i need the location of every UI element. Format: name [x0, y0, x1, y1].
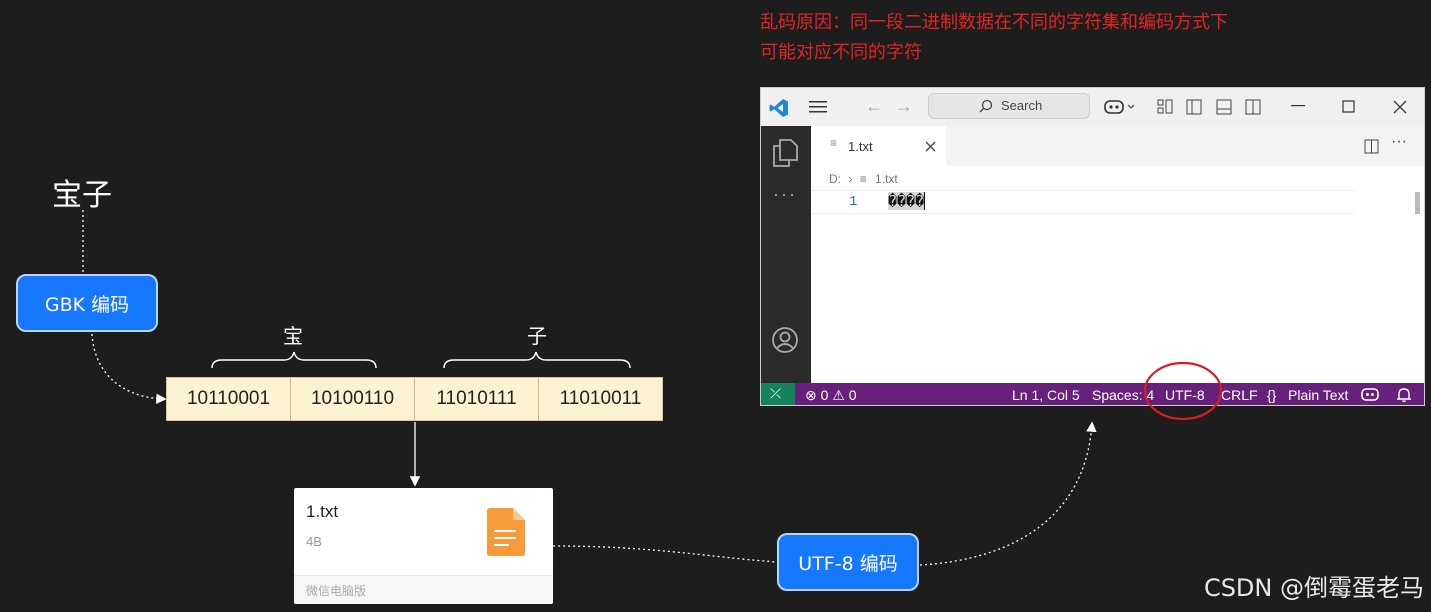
breadcrumb: D: › ≡ 1.txt	[829, 172, 898, 186]
back-arrow-icon[interactable]: ←	[865, 96, 883, 117]
file-to-utf8-line	[552, 545, 777, 563]
problems-indicator[interactable]: ⊗ 0 ⚠ 0	[805, 387, 857, 404]
menu-icon[interactable]	[809, 100, 827, 114]
language-mode[interactable]: Plain Text	[1288, 387, 1348, 403]
maximize-icon[interactable]	[1342, 100, 1356, 114]
line-number: 1	[849, 194, 858, 210]
utf8-encoding-box: UTF-8 编码	[777, 533, 919, 591]
document-icon	[487, 508, 525, 556]
tab-label: 1.txt	[848, 139, 873, 154]
diagram-title: 宝子	[52, 178, 112, 213]
activity-bar: ···	[761, 126, 811, 405]
tab-close-icon[interactable]	[925, 141, 936, 152]
language-icon: {}	[1267, 387, 1277, 403]
file-card-footer: 微信电脑版	[294, 575, 553, 604]
warning-count: 0	[848, 387, 857, 403]
copilot-icon[interactable]	[1104, 98, 1136, 116]
vscode-logo-icon	[769, 99, 788, 117]
cursor-position[interactable]: Ln 1, Col 5	[1012, 387, 1080, 403]
explorer-icon[interactable]	[771, 138, 799, 168]
forward-arrow-icon[interactable]: →	[895, 96, 913, 117]
file-card[interactable]: 1.txt 4B 微信电脑版	[294, 488, 553, 604]
brace-left	[211, 351, 377, 369]
search-label: Search	[1001, 98, 1043, 113]
byte-cell: 10100110	[291, 378, 415, 420]
search-icon	[979, 99, 993, 113]
tab-bar: ≡ 1.txt ···	[811, 126, 1424, 166]
layout-icon[interactable]	[1157, 99, 1173, 115]
breadcrumb-drive[interactable]: D:	[829, 172, 841, 186]
encoding-highlight-circle	[1143, 361, 1223, 421]
explanation-line-1: 乱码原因：同一段二进制数据在不同的字符集和编码方式下	[760, 12, 1228, 33]
utf8-to-vscode-arrow	[919, 421, 1097, 566]
breadcrumb-file[interactable]: 1.txt	[875, 172, 898, 186]
warning-icon: ⚠	[832, 387, 845, 403]
byte-cell: 11010111	[415, 378, 539, 420]
vscode-window: ← → Search ··· ≡ 1.txt ··· D: › ≡ 1.txt …	[760, 87, 1425, 406]
char-bao-label: 宝	[283, 324, 303, 348]
error-count: 0	[820, 387, 829, 403]
remote-icon: ⤫	[770, 385, 782, 401]
remote-indicator[interactable]: ⤫	[761, 383, 795, 405]
scrollbar[interactable]	[1415, 192, 1420, 214]
panel-icon[interactable]	[1216, 99, 1232, 115]
editor-line-content[interactable]: ����	[888, 192, 926, 210]
bell-icon[interactable]	[1397, 387, 1411, 403]
gbk-to-bytes-arrow	[91, 333, 167, 404]
sidebar-icon[interactable]	[1186, 99, 1202, 115]
file-lines-icon: ≡	[859, 172, 867, 186]
search-box[interactable]: Search	[928, 93, 1090, 119]
editor-more-icon[interactable]: ···	[1391, 133, 1407, 151]
eol-selector[interactable]: CRLF	[1221, 387, 1258, 403]
close-icon[interactable]	[1393, 100, 1407, 114]
file-lines-icon: ≡	[830, 136, 838, 150]
split-icon[interactable]	[1245, 99, 1261, 115]
explanation-line-2: 可能对应不同的字符	[760, 42, 922, 63]
brace-right	[443, 351, 631, 369]
error-icon: ⊗	[805, 387, 817, 403]
status-bar: ⤫ ⊗ 0 ⚠ 0 Ln 1, Col 5 Spaces: 4 UTF-8 CR…	[761, 383, 1424, 405]
byte-cell: 11010011	[539, 378, 662, 420]
explanation-note: 乱码原因：同一段二进制数据在不同的字符集和编码方式下 可能对应不同的字符	[760, 8, 1228, 68]
tab-1-txt[interactable]: ≡ 1.txt	[811, 126, 946, 166]
split-editor-icon[interactable]	[1364, 139, 1379, 154]
byte-cell: 10110001	[167, 378, 291, 420]
more-icon[interactable]: ···	[773, 184, 797, 205]
gbk-encoding-box: GBK 编码	[16, 274, 158, 332]
minimize-icon[interactable]	[1291, 105, 1305, 107]
file-name: 1.txt	[306, 502, 339, 521]
account-icon[interactable]	[771, 326, 799, 354]
watermark: CSDN @倒霉蛋老马	[1203, 574, 1424, 602]
breadcrumb-chevron-icon: ›	[848, 172, 853, 186]
title-bar: ← → Search	[761, 88, 1424, 127]
byte-sequence: 10110001 10100110 11010111 11010011	[166, 377, 663, 421]
char-zi-label: 子	[527, 324, 547, 348]
copilot-status-icon[interactable]	[1361, 388, 1379, 402]
file-size: 4B	[306, 534, 322, 549]
